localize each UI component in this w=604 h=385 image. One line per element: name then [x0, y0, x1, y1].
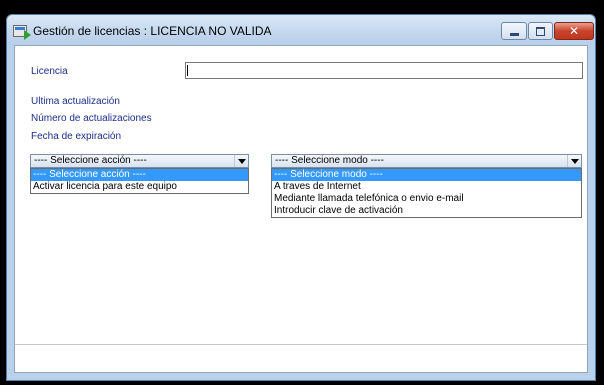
- app-icon: [13, 25, 31, 40]
- modo-option[interactable]: ---- Seleccione modo ----: [272, 169, 581, 181]
- licencia-label: Licencia: [31, 66, 68, 77]
- accion-select-value: ---- Seleccione acción ----: [34, 155, 147, 166]
- accion-dropdown-list: ---- Seleccione acción ---- Activar lice…: [30, 168, 249, 194]
- title-bar[interactable]: Gestión de licencias : LICENCIA NO VALID…: [7, 15, 595, 45]
- modo-option[interactable]: Introducir clave de activación: [272, 205, 581, 217]
- modo-dropdown-list: ---- Seleccione modo ---- A traves de In…: [271, 168, 582, 218]
- ultima-actualizacion-label: Ultima actualización: [31, 96, 120, 107]
- accion-select[interactable]: ---- Seleccione acción ----: [30, 154, 249, 168]
- modo-option[interactable]: A traves de Internet: [272, 181, 581, 193]
- close-icon: ✕: [568, 24, 580, 38]
- client-area: Licencia Ultima actualización Número de …: [14, 45, 588, 373]
- close-button[interactable]: ✕: [554, 22, 594, 40]
- fecha-expiracion-label: Fecha de expiración: [31, 131, 122, 142]
- status-separator: [15, 344, 587, 345]
- minimize-button[interactable]: [501, 22, 527, 40]
- text-caret: [187, 65, 188, 76]
- chevron-down-icon: [237, 158, 246, 164]
- accion-option[interactable]: Activar licencia para este equipo: [31, 181, 248, 193]
- minimize-icon: [509, 32, 519, 36]
- maximize-icon: [536, 26, 545, 36]
- window-title: Gestión de licencias : LICENCIA NO VALID…: [33, 24, 272, 38]
- modo-option[interactable]: Mediante llamada telefónica o envio e-ma…: [272, 193, 581, 205]
- accion-option[interactable]: ---- Seleccione acción ----: [31, 169, 248, 181]
- modo-select-value: ---- Seleccione modo ----: [275, 155, 384, 166]
- numero-actualizaciones-label: Número de actualizaciones: [31, 113, 152, 124]
- accion-dropdown-button[interactable]: [234, 155, 248, 167]
- license-window: Gestión de licencias : LICENCIA NO VALID…: [6, 14, 596, 381]
- maximize-button[interactable]: [528, 22, 553, 40]
- modo-select[interactable]: ---- Seleccione modo ----: [271, 154, 582, 168]
- chevron-down-icon: [570, 158, 579, 164]
- modo-dropdown-button[interactable]: [567, 155, 581, 167]
- licencia-input[interactable]: [185, 62, 583, 79]
